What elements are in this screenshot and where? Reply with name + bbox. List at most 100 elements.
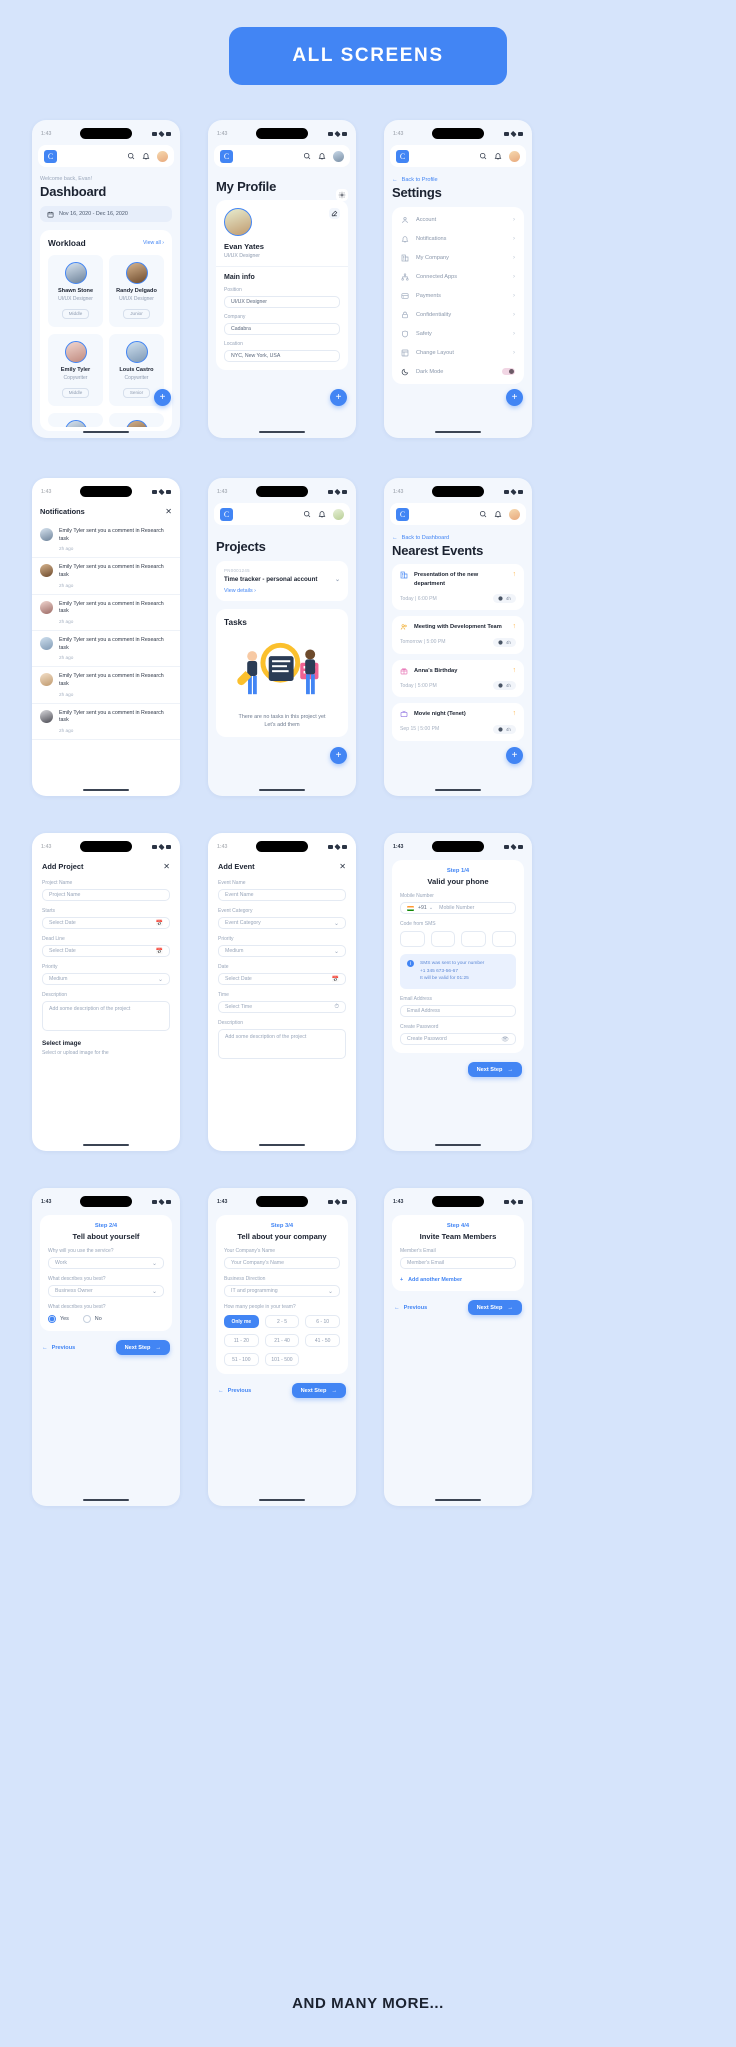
event-card[interactable]: Presentation of the new department ↑ Tod… (392, 564, 524, 611)
search-icon[interactable] (127, 152, 135, 160)
clock-icon[interactable]: ⏱ (334, 1004, 339, 1011)
view-all-link[interactable]: View all › (143, 240, 164, 246)
member-card[interactable]: Randy Delgado UI/UX Designer Junior (109, 255, 164, 327)
calendar-icon[interactable]: 📅 (156, 948, 163, 955)
sidebar-item-account[interactable]: Account › (392, 210, 524, 229)
chevron-down-icon[interactable]: ⌄ (334, 948, 339, 955)
chevron-down-icon[interactable]: ⌄ (335, 576, 340, 583)
close-icon[interactable]: ✕ (339, 862, 346, 871)
bell-icon[interactable] (318, 510, 326, 518)
search-icon[interactable] (479, 152, 487, 160)
team-size-option[interactable]: 6 - 10 (305, 1315, 340, 1328)
team-size-option[interactable]: 21 - 40 (264, 1334, 300, 1347)
date-range-picker[interactable]: Nov 16, 2020 - Dec 16, 2020 (40, 206, 172, 222)
list-item[interactable]: Emily Tyler sent you a comment in Resear… (32, 558, 180, 595)
describes-select[interactable]: Business Owner ⌄ (48, 1285, 164, 1297)
sidebar-item-payments[interactable]: Payments › (392, 286, 524, 305)
email-field[interactable]: Email Address (400, 1005, 516, 1018)
avatar[interactable] (157, 150, 168, 162)
sidebar-item-dark-mode[interactable]: Dark Mode (392, 362, 524, 381)
radio-yes[interactable]: Yes (48, 1315, 69, 1323)
sidebar-item-notifications[interactable]: Notifications › (392, 229, 524, 248)
bell-icon[interactable] (494, 152, 502, 160)
calendar-icon[interactable]: 📅 (156, 920, 163, 927)
company-name-input[interactable]: Your Company's Name (224, 1257, 340, 1269)
calendar-icon[interactable]: 📅 (332, 976, 339, 983)
next-step-button[interactable]: Next Step → (467, 1300, 522, 1315)
dark-mode-toggle[interactable] (502, 368, 515, 375)
sms-digit-4[interactable] (491, 931, 516, 947)
event-card[interactable]: Meeting with Development Team ↑ Tomorrow… (392, 616, 524, 654)
app-logo[interactable]: C (220, 149, 233, 163)
member-card[interactable]: Shawn Stone UI/UX Designer Middle (48, 255, 103, 327)
password-field[interactable]: Create Password 👁 (400, 1033, 516, 1046)
team-size-option[interactable]: Only me (224, 1315, 259, 1328)
event-name-input[interactable]: Event Name (218, 889, 346, 901)
app-logo[interactable]: C (44, 149, 57, 163)
add-button[interactable]: + (330, 747, 347, 764)
radio-no[interactable]: No (82, 1315, 102, 1323)
project-card[interactable]: PN0001245 Time tracker - personal accoun… (216, 561, 348, 601)
description-textarea[interactable]: Add some description of the project (218, 1029, 346, 1059)
app-logo[interactable]: C (220, 507, 233, 521)
previous-button[interactable]: ← Previous (218, 1388, 251, 1394)
avatar[interactable] (509, 150, 520, 162)
list-item[interactable]: Emily Tyler sent you a comment in Resear… (32, 667, 180, 704)
chevron-down-icon[interactable]: ⌄ (429, 905, 433, 911)
team-size-option[interactable]: 101 - 500 (264, 1353, 300, 1366)
event-card[interactable]: Movie night (Tenet) ↑ Sep 15 | 5:00 PM 4… (392, 703, 524, 741)
sms-digit-2[interactable] (430, 931, 455, 947)
team-size-option[interactable]: 11 - 20 (224, 1334, 259, 1347)
app-logo[interactable]: C (396, 149, 409, 163)
avatar[interactable] (509, 508, 520, 520)
add-button[interactable]: + (330, 389, 347, 406)
edit-profile-button[interactable] (329, 208, 340, 219)
list-item[interactable]: Emily Tyler sent you a comment in Resear… (32, 594, 180, 632)
location-field[interactable]: NYC, New York, USA (224, 350, 340, 362)
member-card[interactable]: Emily Tyler Copywriter Middle (48, 334, 103, 406)
avatar[interactable] (333, 508, 344, 520)
chevron-down-icon[interactable]: ⌄ (158, 976, 163, 983)
close-icon[interactable]: ✕ (165, 507, 172, 516)
add-button[interactable]: + (506, 389, 523, 406)
sidebar-item-safety[interactable]: Safety › (392, 324, 524, 343)
next-step-button[interactable]: Next Step → (467, 1062, 522, 1078)
chevron-down-icon[interactable]: ⌄ (152, 1260, 157, 1267)
business-direction-select[interactable]: IT and programming ⌄ (224, 1285, 340, 1297)
mobile-number-input[interactable]: +91 ⌄ Mobile Number (400, 902, 516, 914)
search-icon[interactable] (303, 152, 311, 160)
position-field[interactable]: UI/UX Designer (224, 296, 340, 308)
back-to-dashboard-link[interactable]: ← Back to Dashboard (392, 535, 524, 541)
event-card[interactable]: Anna's Birthday ↑ Today | 5:00 PM 4h (392, 659, 524, 698)
sidebar-item-confidentiality[interactable]: Confidentiality › (392, 305, 524, 324)
list-item[interactable]: Emily Tyler sent you a comment in Resear… (32, 522, 180, 559)
app-logo[interactable]: C (396, 507, 409, 521)
date-input[interactable]: Select Date 📅 (218, 973, 346, 985)
previous-button[interactable]: ← Previous (394, 1305, 427, 1311)
sidebar-item-my-company[interactable]: My Company › (392, 248, 524, 267)
description-textarea[interactable]: Add some description of the project (42, 1001, 170, 1031)
search-icon[interactable] (479, 510, 487, 518)
team-size-option[interactable]: 41 - 50 (305, 1334, 340, 1347)
time-input[interactable]: Select Time ⏱ (218, 1001, 346, 1013)
member-email-input[interactable]: Member's Email (400, 1257, 516, 1269)
sms-digit-1[interactable] (400, 931, 425, 947)
next-step-button[interactable]: Next Step → (115, 1340, 170, 1355)
chevron-down-icon[interactable]: ⌄ (328, 1288, 333, 1295)
previous-button[interactable]: ← Previous (42, 1345, 75, 1351)
sidebar-item-change-layout[interactable]: Change Layout › (392, 343, 524, 362)
deadline-date-input[interactable]: Select Date 📅 (42, 945, 170, 957)
add-another-member-button[interactable]: + Add another Member (400, 1277, 516, 1283)
priority-select[interactable]: Medium ⌄ (218, 945, 346, 957)
bell-icon[interactable] (494, 510, 502, 518)
add-button[interactable]: + (154, 389, 171, 406)
usage-select[interactable]: Work ⌄ (48, 1257, 164, 1269)
chevron-down-icon[interactable]: ⌄ (152, 1288, 157, 1295)
sidebar-item-connected-apps[interactable]: Connected Apps › (392, 267, 524, 286)
list-item[interactable]: Emily Tyler sent you a comment in Resear… (32, 631, 180, 668)
chevron-down-icon[interactable]: ⌄ (334, 920, 339, 927)
next-step-button[interactable]: Next Step → (291, 1383, 346, 1398)
close-icon[interactable]: ✕ (163, 862, 170, 871)
starts-date-input[interactable]: Select Date 📅 (42, 917, 170, 929)
list-item[interactable]: Emily Tyler sent you a comment in Resear… (32, 703, 180, 741)
